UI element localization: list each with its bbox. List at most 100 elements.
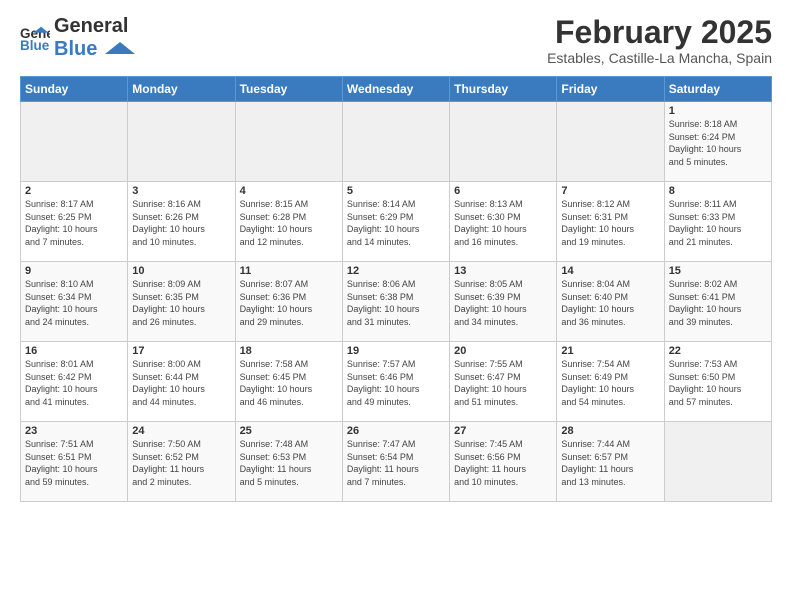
day-info: Sunrise: 8:00 AM Sunset: 6:44 PM Dayligh… [132, 358, 230, 408]
day-number: 23 [25, 425, 123, 437]
day-number: 22 [669, 345, 767, 357]
calendar-cell: 11Sunrise: 8:07 AM Sunset: 6:36 PM Dayli… [235, 262, 342, 342]
calendar-cell [21, 102, 128, 182]
weekday-header-sunday: Sunday [21, 77, 128, 102]
svg-text:Blue: Blue [20, 38, 50, 53]
day-number: 13 [454, 265, 552, 277]
day-number: 3 [132, 185, 230, 197]
day-number: 1 [669, 105, 767, 117]
day-info: Sunrise: 8:12 AM Sunset: 6:31 PM Dayligh… [561, 198, 659, 248]
day-number: 17 [132, 345, 230, 357]
calendar-cell: 5Sunrise: 8:14 AM Sunset: 6:29 PM Daylig… [342, 182, 449, 262]
calendar-cell: 19Sunrise: 7:57 AM Sunset: 6:46 PM Dayli… [342, 342, 449, 422]
day-info: Sunrise: 8:09 AM Sunset: 6:35 PM Dayligh… [132, 278, 230, 328]
day-info: Sunrise: 8:01 AM Sunset: 6:42 PM Dayligh… [25, 358, 123, 408]
day-number: 25 [240, 425, 338, 437]
calendar-cell [557, 102, 664, 182]
calendar-cell: 16Sunrise: 8:01 AM Sunset: 6:42 PM Dayli… [21, 342, 128, 422]
day-number: 24 [132, 425, 230, 437]
logo-arrow-icon [105, 42, 135, 57]
logo: General Blue General Blue [20, 15, 135, 61]
title-block: February 2025 Estables, Castille-La Manc… [547, 15, 772, 66]
calendar-cell [128, 102, 235, 182]
day-number: 4 [240, 185, 338, 197]
day-number: 14 [561, 265, 659, 277]
day-info: Sunrise: 7:45 AM Sunset: 6:56 PM Dayligh… [454, 438, 552, 488]
calendar-cell [342, 102, 449, 182]
calendar-cell: 9Sunrise: 8:10 AM Sunset: 6:34 PM Daylig… [21, 262, 128, 342]
week-row-5: 23Sunrise: 7:51 AM Sunset: 6:51 PM Dayli… [21, 422, 772, 502]
day-info: Sunrise: 7:44 AM Sunset: 6:57 PM Dayligh… [561, 438, 659, 488]
location-subtitle: Estables, Castille-La Mancha, Spain [547, 50, 772, 66]
logo-icon: General Blue [20, 23, 50, 53]
calendar-cell: 10Sunrise: 8:09 AM Sunset: 6:35 PM Dayli… [128, 262, 235, 342]
day-info: Sunrise: 8:13 AM Sunset: 6:30 PM Dayligh… [454, 198, 552, 248]
day-info: Sunrise: 8:17 AM Sunset: 6:25 PM Dayligh… [25, 198, 123, 248]
calendar-cell [664, 422, 771, 502]
calendar-cell: 24Sunrise: 7:50 AM Sunset: 6:52 PM Dayli… [128, 422, 235, 502]
calendar-cell: 27Sunrise: 7:45 AM Sunset: 6:56 PM Dayli… [450, 422, 557, 502]
day-number: 6 [454, 185, 552, 197]
day-info: Sunrise: 8:04 AM Sunset: 6:40 PM Dayligh… [561, 278, 659, 328]
day-number: 8 [669, 185, 767, 197]
calendar-cell: 15Sunrise: 8:02 AM Sunset: 6:41 PM Dayli… [664, 262, 771, 342]
day-number: 7 [561, 185, 659, 197]
day-info: Sunrise: 7:51 AM Sunset: 6:51 PM Dayligh… [25, 438, 123, 488]
week-row-2: 2Sunrise: 8:17 AM Sunset: 6:25 PM Daylig… [21, 182, 772, 262]
weekday-header-tuesday: Tuesday [235, 77, 342, 102]
day-info: Sunrise: 8:14 AM Sunset: 6:29 PM Dayligh… [347, 198, 445, 248]
day-info: Sunrise: 8:07 AM Sunset: 6:36 PM Dayligh… [240, 278, 338, 328]
calendar-cell: 17Sunrise: 8:00 AM Sunset: 6:44 PM Dayli… [128, 342, 235, 422]
calendar-cell: 14Sunrise: 8:04 AM Sunset: 6:40 PM Dayli… [557, 262, 664, 342]
week-row-1: 1Sunrise: 8:18 AM Sunset: 6:24 PM Daylig… [21, 102, 772, 182]
calendar-cell [235, 102, 342, 182]
calendar-cell: 4Sunrise: 8:15 AM Sunset: 6:28 PM Daylig… [235, 182, 342, 262]
calendar-cell: 12Sunrise: 8:06 AM Sunset: 6:38 PM Dayli… [342, 262, 449, 342]
day-number: 9 [25, 265, 123, 277]
day-info: Sunrise: 8:16 AM Sunset: 6:26 PM Dayligh… [132, 198, 230, 248]
day-number: 16 [25, 345, 123, 357]
calendar-cell: 23Sunrise: 7:51 AM Sunset: 6:51 PM Dayli… [21, 422, 128, 502]
calendar-cell: 3Sunrise: 8:16 AM Sunset: 6:26 PM Daylig… [128, 182, 235, 262]
day-info: Sunrise: 8:10 AM Sunset: 6:34 PM Dayligh… [25, 278, 123, 328]
day-info: Sunrise: 8:11 AM Sunset: 6:33 PM Dayligh… [669, 198, 767, 248]
day-number: 12 [347, 265, 445, 277]
day-info: Sunrise: 7:48 AM Sunset: 6:53 PM Dayligh… [240, 438, 338, 488]
weekday-header-wednesday: Wednesday [342, 77, 449, 102]
day-number: 28 [561, 425, 659, 437]
calendar-cell: 6Sunrise: 8:13 AM Sunset: 6:30 PM Daylig… [450, 182, 557, 262]
day-info: Sunrise: 8:05 AM Sunset: 6:39 PM Dayligh… [454, 278, 552, 328]
calendar-cell: 13Sunrise: 8:05 AM Sunset: 6:39 PM Dayli… [450, 262, 557, 342]
day-number: 2 [25, 185, 123, 197]
calendar-cell: 21Sunrise: 7:54 AM Sunset: 6:49 PM Dayli… [557, 342, 664, 422]
day-info: Sunrise: 7:53 AM Sunset: 6:50 PM Dayligh… [669, 358, 767, 408]
day-number: 5 [347, 185, 445, 197]
calendar-cell: 2Sunrise: 8:17 AM Sunset: 6:25 PM Daylig… [21, 182, 128, 262]
day-info: Sunrise: 7:57 AM Sunset: 6:46 PM Dayligh… [347, 358, 445, 408]
calendar-cell: 7Sunrise: 8:12 AM Sunset: 6:31 PM Daylig… [557, 182, 664, 262]
week-row-3: 9Sunrise: 8:10 AM Sunset: 6:34 PM Daylig… [21, 262, 772, 342]
calendar-cell: 26Sunrise: 7:47 AM Sunset: 6:54 PM Dayli… [342, 422, 449, 502]
day-number: 19 [347, 345, 445, 357]
day-info: Sunrise: 8:18 AM Sunset: 6:24 PM Dayligh… [669, 118, 767, 168]
weekday-header-monday: Monday [128, 77, 235, 102]
calendar-cell: 25Sunrise: 7:48 AM Sunset: 6:53 PM Dayli… [235, 422, 342, 502]
day-info: Sunrise: 8:15 AM Sunset: 6:28 PM Dayligh… [240, 198, 338, 248]
day-number: 15 [669, 265, 767, 277]
header: General Blue General Blue February 2025 … [20, 15, 772, 66]
day-number: 11 [240, 265, 338, 277]
day-info: Sunrise: 7:55 AM Sunset: 6:47 PM Dayligh… [454, 358, 552, 408]
calendar-cell: 20Sunrise: 7:55 AM Sunset: 6:47 PM Dayli… [450, 342, 557, 422]
calendar-page: General Blue General Blue February 2025 … [0, 0, 792, 612]
calendar-cell: 28Sunrise: 7:44 AM Sunset: 6:57 PM Dayli… [557, 422, 664, 502]
day-number: 27 [454, 425, 552, 437]
day-number: 21 [561, 345, 659, 357]
day-info: Sunrise: 8:06 AM Sunset: 6:38 PM Dayligh… [347, 278, 445, 328]
day-info: Sunrise: 7:58 AM Sunset: 6:45 PM Dayligh… [240, 358, 338, 408]
calendar-cell [450, 102, 557, 182]
calendar-cell: 1Sunrise: 8:18 AM Sunset: 6:24 PM Daylig… [664, 102, 771, 182]
day-info: Sunrise: 7:50 AM Sunset: 6:52 PM Dayligh… [132, 438, 230, 488]
month-year-title: February 2025 [547, 15, 772, 50]
day-number: 18 [240, 345, 338, 357]
day-number: 20 [454, 345, 552, 357]
